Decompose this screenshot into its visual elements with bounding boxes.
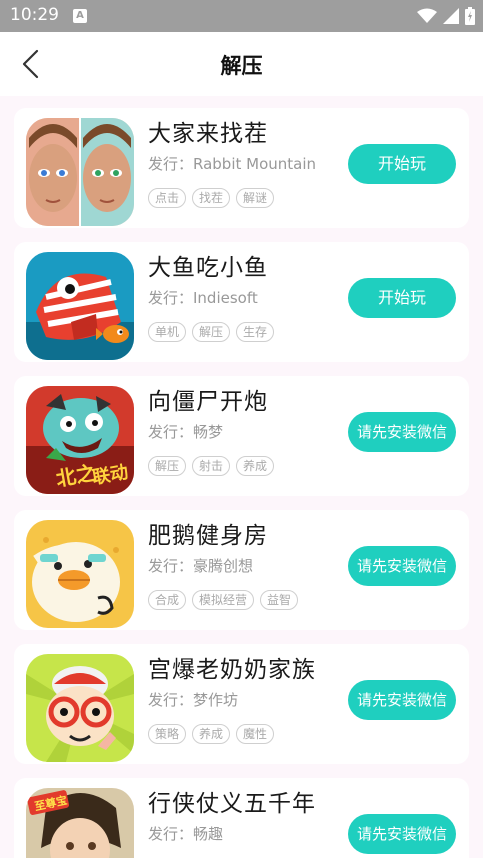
tag: 解谜 [236, 188, 275, 208]
game-title: 宫爆老奶奶家族 [148, 657, 316, 683]
zombie-icon[interactable]: 北之 联动 [26, 386, 134, 494]
tag: 魔性 [236, 724, 275, 744]
install-wechat-button[interactable]: 请先安装微信 [348, 814, 456, 854]
tag: 解压 [192, 322, 231, 342]
game-card[interactable]: 至尊宝 行侠仗义五千年 发行：畅趣 请先安装微信 [14, 778, 469, 858]
game-title: 大鱼吃小鱼 [148, 255, 268, 281]
page-title: 解压 [220, 54, 263, 78]
play-button[interactable]: 开始玩 [348, 278, 456, 318]
wifi-icon [417, 8, 437, 23]
game-tags: 合成 模拟经营 益智 [148, 590, 299, 610]
tag: 合成 [148, 590, 187, 610]
grandma-icon[interactable] [26, 654, 134, 762]
game-list[interactable]: 大家来找茬 发行：Rabbit Mountain 点击 找茬 解谜 开始玩 大鱼… [0, 96, 483, 858]
game-publisher: 发行：梦作坊 [148, 691, 239, 709]
game-card[interactable]: 肥鹅健身房 发行：豪腾创想 合成 模拟经营 益智 请先安装微信 [14, 510, 469, 630]
tag: 养成 [192, 724, 231, 744]
install-wechat-button[interactable]: 请先安装微信 [348, 546, 456, 586]
status-time: 10:29 [10, 5, 59, 25]
game-publisher: 发行：豪腾创想 [148, 557, 254, 575]
status-bar: 10:29 A [0, 0, 483, 32]
tag: 找茬 [192, 188, 231, 208]
game-publisher: 发行：畅梦 [148, 423, 224, 441]
hero-icon[interactable]: 至尊宝 [26, 788, 134, 858]
tag: 模拟经营 [192, 590, 255, 610]
status-icons [417, 7, 475, 25]
tag: 射击 [192, 456, 231, 476]
game-tags: 解压 射击 养成 [148, 456, 275, 476]
game-card[interactable]: 大家来找茬 发行：Rabbit Mountain 点击 找茬 解谜 开始玩 [14, 108, 469, 228]
tag: 生存 [236, 322, 275, 342]
tag: 单机 [148, 322, 187, 342]
a-icon: A [73, 9, 87, 23]
game-tags: 策略 养成 魔性 [148, 724, 275, 744]
game-card[interactable]: 北之 联动 向僵尸开炮 发行：畅梦 解压 射击 养成 请先安装微信 [14, 376, 469, 496]
game-tags: 单机 解压 生存 [148, 322, 275, 342]
tag: 解压 [148, 456, 187, 476]
goose-icon[interactable] [26, 520, 134, 628]
signal-icon [443, 8, 459, 24]
fish-icon[interactable] [26, 252, 134, 360]
game-publisher: 发行：畅趣 [148, 825, 224, 843]
tag: 益智 [260, 590, 299, 610]
girl-faces-icon[interactable] [26, 118, 134, 226]
play-button[interactable]: 开始玩 [348, 144, 456, 184]
tag: 点击 [148, 188, 187, 208]
game-card[interactable]: 大鱼吃小鱼 发行：Indiesoft 单机 解压 生存 开始玩 [14, 242, 469, 362]
install-wechat-button[interactable]: 请先安装微信 [348, 412, 456, 452]
battery-icon [465, 7, 475, 25]
tag: 养成 [236, 456, 275, 476]
header: 解压 [0, 32, 483, 96]
game-title: 肥鹅健身房 [148, 523, 268, 549]
game-tags: 点击 找茬 解谜 [148, 188, 275, 208]
game-card[interactable]: 宫爆老奶奶家族 发行：梦作坊 策略 养成 魔性 请先安装微信 [14, 644, 469, 764]
tag: 策略 [148, 724, 187, 744]
game-publisher: 发行：Indiesoft [148, 289, 258, 307]
install-wechat-button[interactable]: 请先安装微信 [348, 680, 456, 720]
game-title: 向僵尸开炮 [148, 389, 268, 415]
game-title: 行侠仗义五千年 [148, 791, 316, 817]
game-title: 大家来找茬 [148, 121, 268, 147]
game-publisher: 发行：Rabbit Mountain [148, 155, 317, 173]
